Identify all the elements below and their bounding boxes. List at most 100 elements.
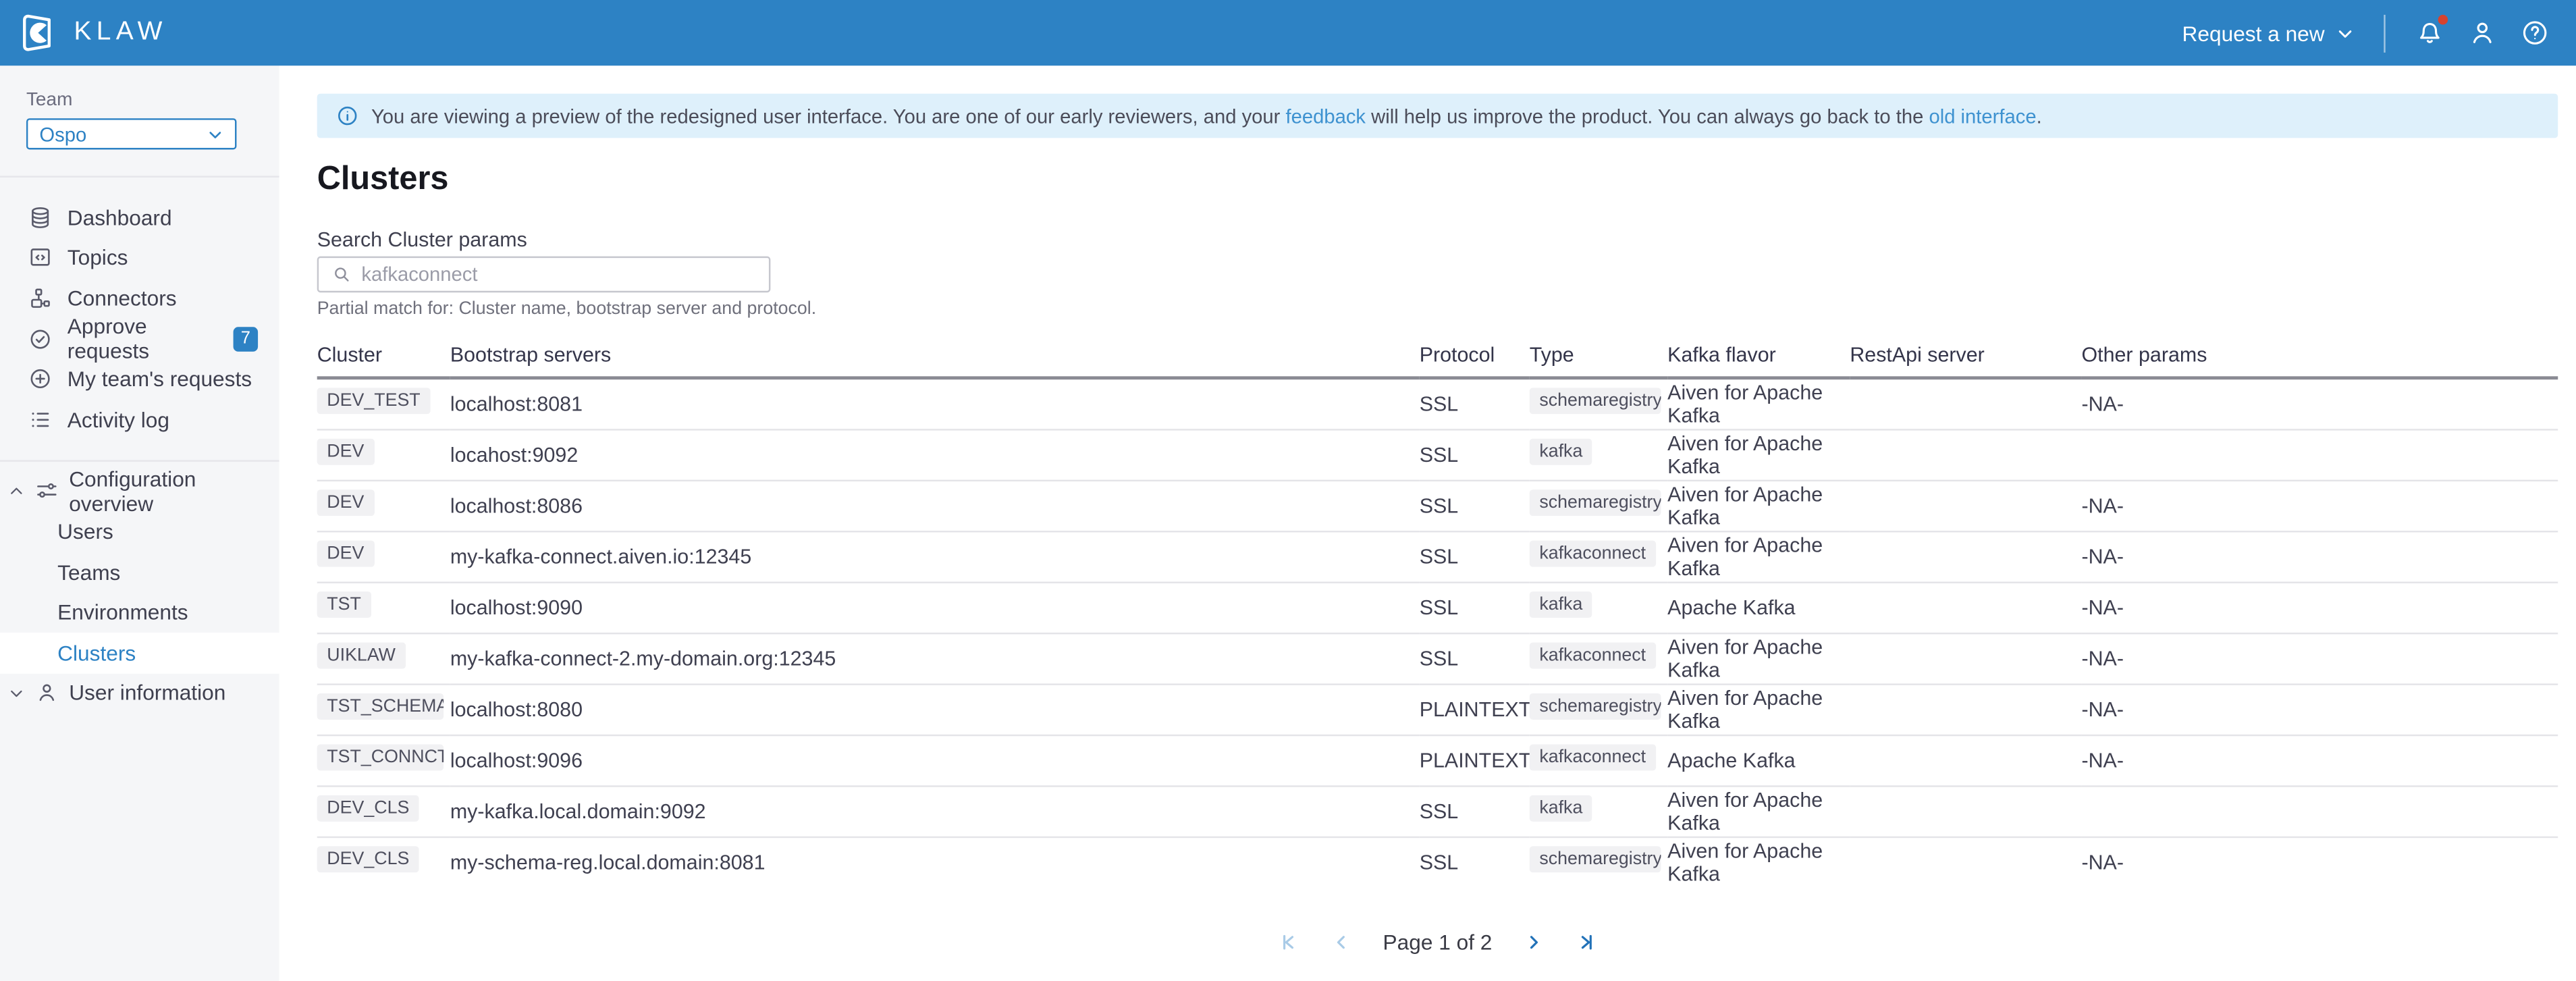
sidebar-item-label: Clusters [57,640,136,665]
sidebar-item-clusters[interactable]: Clusters [0,633,279,673]
cluster-name-chip: TST_SCHEMA [317,693,444,720]
kafka-flavor-cell: Aiven for Apache Kafka [1667,633,1850,683]
search-icon [332,265,352,284]
cluster-cell: DEV_CLS [317,785,450,836]
clusters-table: Cluster Bootstrap servers Protocol Type … [317,334,2558,887]
sidebar: Team Ospo Dashboard [0,65,279,981]
notification-dot [2438,15,2448,25]
info-icon [337,105,358,127]
sidebar-item-my-teams-requests[interactable]: My team's requests [0,359,279,399]
feedback-link[interactable]: feedback [1285,105,1366,128]
type-cell: schemaregistry [1530,378,1667,429]
sidebar-item-label: Approve requests [68,314,219,363]
sidebar-item-environments[interactable]: Environments [0,592,279,633]
sidebar-item-users[interactable]: Users [0,511,279,552]
approve-requests-badge: 7 [234,326,259,351]
help-icon [2520,18,2550,48]
type-chip: schemaregistry [1530,388,1661,415]
sidebar-group-label: Configuration overview [69,467,279,516]
sidebar-item-label: My team's requests [68,367,252,392]
team-select[interactable]: Ospo [26,118,237,149]
cluster-cell: TST [317,582,450,633]
table-row: UIKLAW my-kafka-connect-2.my-domain.org:… [317,633,2558,683]
kafka-flavor-cell: Aiven for Apache Kafka [1667,480,1850,531]
last-page-button[interactable] [1576,932,1597,953]
other-params-cell: -NA- [2081,480,2558,531]
user-icon [2467,18,2497,48]
type-chip: kafka [1530,591,1592,618]
cluster-name-chip: DEV [317,439,374,465]
type-cell: kafka [1530,582,1667,633]
first-page-button[interactable] [1278,932,1299,953]
cluster-cell: DEV [317,480,450,531]
banner-text-part: will help us improve the product. You ca… [1366,105,1929,128]
sidebar-item-activity-log[interactable]: Activity log [0,399,279,440]
type-cell: schemaregistry [1530,683,1667,734]
sidebar-item-approve-requests[interactable]: Approve requests 7 [0,319,279,359]
protocol-cell: SSL [1420,480,1530,531]
column-header-bootstrap-servers: Bootstrap servers [450,334,1420,378]
cluster-name-chip: TST_CONNCT [317,744,444,770]
cluster-name-chip: DEV [317,489,374,516]
kafka-flavor-cell: Aiven for Apache Kafka [1667,683,1850,734]
restapi-server-cell [1850,429,2081,479]
sidebar-item-dashboard[interactable]: Dashboard [0,197,279,238]
other-params-cell: -NA- [2081,683,2558,734]
klaw-logo[interactable]: KLAW [0,11,167,54]
sidebar-item-teams[interactable]: Teams [0,552,279,592]
restapi-server-cell [1850,785,2081,836]
team-select-value: Ospo [39,122,86,145]
protocol-cell: SSL [1420,531,1530,581]
protocol-cell: PLAINTEXT [1420,735,1530,785]
bootstrap-servers-cell: localhost:8080 [450,683,1420,734]
restapi-server-cell [1850,378,2081,429]
topics-icon [28,246,53,271]
other-params-cell: -NA- [2081,378,2558,429]
table-header-row: Cluster Bootstrap servers Protocol Type … [317,334,2558,378]
bootstrap-servers-cell: locahost:9092 [450,429,1420,479]
table-row: DEV my-kafka-connect.aiven.io:12345 SSL … [317,531,2558,581]
bootstrap-servers-cell: my-kafka-connect-2.my-domain.org:12345 [450,633,1420,683]
search-box [317,257,771,293]
restapi-server-cell [1850,683,2081,734]
connectors-icon [28,286,53,311]
pagination: Page 1 of 2 [317,930,2558,955]
kafka-flavor-cell: Aiven for Apache Kafka [1667,531,1850,581]
sidebar-item-connectors[interactable]: Connectors [0,278,279,319]
sidebar-group-configuration-overview[interactable]: Configuration overview [0,471,279,511]
protocol-cell: SSL [1420,837,1530,887]
bootstrap-servers-cell: localhost:8086 [450,480,1420,531]
previous-page-button[interactable] [1331,932,1352,953]
cluster-name-chip: UIKLAW [317,643,406,669]
sidebar-item-topics[interactable]: Topics [0,238,279,278]
old-interface-link[interactable]: old interface [1929,105,2036,128]
kafka-flavor-cell: Aiven for Apache Kafka [1667,429,1850,479]
protocol-cell: SSL [1420,429,1530,479]
protocol-cell: SSL [1420,785,1530,836]
request-a-new-button[interactable]: Request a new [2182,20,2355,45]
type-cell: schemaregistry [1530,480,1667,531]
cluster-cell: DEV [317,429,450,479]
type-chip: kafkaconnect [1530,643,1656,669]
team-label: Team [26,90,253,110]
header-bar: KLAW Request a new [0,0,2576,65]
banner-text-part: . [2037,105,2042,128]
sidebar-group-user-information[interactable]: User information [0,673,279,714]
notifications-button[interactable] [2415,18,2444,48]
type-chip: kafkaconnect [1530,744,1656,770]
preview-banner: You are viewing a preview of the redesig… [317,94,2558,138]
cluster-cell: DEV [317,531,450,581]
bootstrap-servers-cell: my-kafka-connect.aiven.io:12345 [450,531,1420,581]
table-row: TST_CONNCT localhost:9096 PLAINTEXT kafk… [317,735,2558,785]
chevron-down-icon [2336,24,2355,42]
next-page-button[interactable] [1524,932,1545,953]
check-circle-icon [28,326,53,351]
cluster-name-chip: DEV_CLS [317,795,419,822]
profile-button[interactable] [2467,18,2497,48]
help-button[interactable] [2520,18,2550,48]
table-row: TST localhost:9090 SSL kafka Apache Kafk… [317,582,2558,633]
other-params-cell: -NA- [2081,582,2558,633]
search-input[interactable] [361,263,755,286]
bootstrap-servers-cell: localhost:9090 [450,582,1420,633]
restapi-server-cell [1850,837,2081,887]
